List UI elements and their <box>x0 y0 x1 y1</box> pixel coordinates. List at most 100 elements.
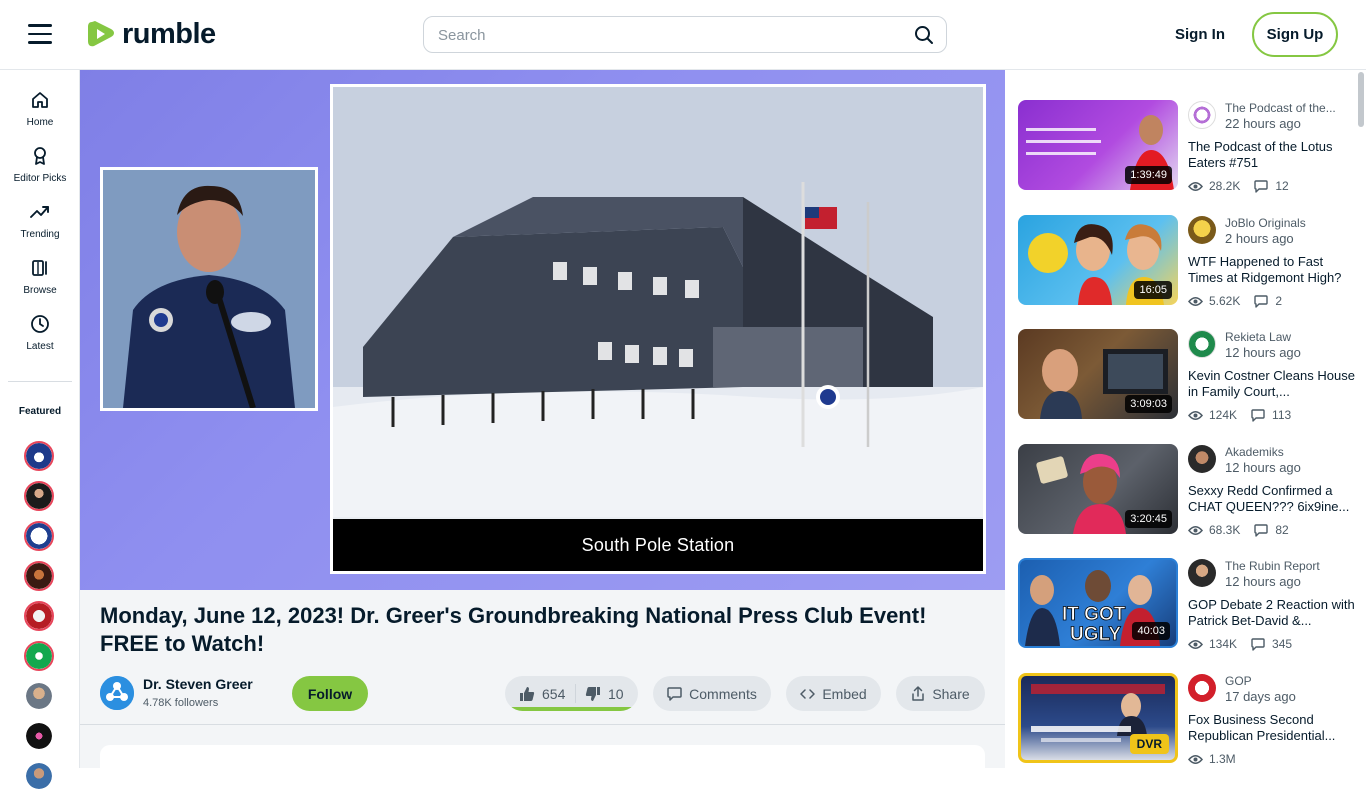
sign-in-link[interactable]: Sign In <box>1175 26 1225 43</box>
speaker-figure <box>103 170 315 408</box>
related-video-item[interactable]: 3:20:45 Akademiks 12 hours ago Sexxy Red… <box>1018 444 1363 537</box>
search-icon[interactable] <box>914 25 934 45</box>
featured-channel-avatar[interactable] <box>24 521 54 551</box>
channel-avatar[interactable] <box>1188 559 1216 587</box>
video-caption-bar: South Pole Station <box>333 519 983 571</box>
like-button[interactable]: 654 <box>519 676 565 711</box>
section-divider <box>80 724 1005 725</box>
rail-scrollbar[interactable] <box>1358 72 1364 127</box>
video-thumbnail[interactable]: 16:05 <box>1018 215 1178 305</box>
rumble-logo[interactable]: rumble <box>86 16 216 52</box>
featured-channel-avatar[interactable] <box>24 721 54 751</box>
channel-avatar[interactable] <box>100 676 134 710</box>
video-stats: 1.3M <box>1188 752 1236 766</box>
nav-home-label: Home <box>26 117 54 128</box>
like-count: 654 <box>542 685 566 702</box>
video-title[interactable]: Kevin Costner Cleans House in Family Cou… <box>1188 368 1360 400</box>
video-thumbnail[interactable]: DVR <box>1018 673 1178 763</box>
video-duration: 3:20:45 <box>1125 510 1172 528</box>
comment-icon <box>1254 523 1269 537</box>
comment-count: 2 <box>1275 294 1283 308</box>
featured-channel-avatar[interactable] <box>24 561 54 591</box>
related-videos-rail: 1:39:49 The Podcast of the... 22 hours a… <box>1005 70 1366 768</box>
video-title[interactable]: Sexxy Redd Confirmed a CHAT QUEEN??? 6ix… <box>1188 483 1360 515</box>
video-thumbnail[interactable]: 3:20:45 <box>1018 444 1178 534</box>
nav-home[interactable]: Home <box>0 90 80 128</box>
nav-browse-label: Browse <box>23 285 57 296</box>
channel-avatar[interactable] <box>1188 216 1216 244</box>
menu-icon[interactable] <box>28 24 52 44</box>
share-button[interactable]: Share <box>896 676 985 711</box>
channel-name[interactable]: GOP <box>1225 674 1252 688</box>
embed-button[interactable]: Embed <box>786 676 881 711</box>
featured-channel-avatar[interactable] <box>24 681 54 711</box>
video-caption-text: South Pole Station <box>581 534 735 555</box>
nav-editor-picks[interactable]: Editor Picks <box>0 146 80 184</box>
video-player[interactable]: South Pole Station <box>80 70 1005 590</box>
featured-channel-avatar[interactable] <box>24 761 54 791</box>
comments-button[interactable]: Comments <box>653 676 771 711</box>
channel-avatar[interactable] <box>1188 101 1216 129</box>
view-count: 28.2K <box>1209 179 1241 193</box>
view-count: 68.3K <box>1209 523 1241 537</box>
video-thumbnail[interactable]: 3:09:03 <box>1018 329 1178 419</box>
video-duration: 3:09:03 <box>1125 395 1172 413</box>
channel-name[interactable]: JoBlo Originals <box>1225 216 1306 230</box>
comment-count: 82 <box>1275 523 1289 537</box>
related-video-item[interactable]: 1:39:49 The Podcast of the... 22 hours a… <box>1018 100 1363 193</box>
comment-icon <box>1251 637 1265 651</box>
sign-up-button[interactable]: Sign Up <box>1252 12 1338 57</box>
video-title[interactable]: WTF Happened to Fast Times at Ridgemont … <box>1188 254 1360 286</box>
video-title[interactable]: The Podcast of the Lotus Eaters #751 <box>1188 139 1360 171</box>
view-count: 5.62K <box>1209 294 1241 308</box>
video-title[interactable]: Fox Business Second Republican President… <box>1188 712 1360 744</box>
channel-avatar[interactable] <box>1188 330 1216 358</box>
channel-avatar[interactable] <box>1188 674 1216 702</box>
nav-trending[interactable]: Trending <box>0 202 80 240</box>
channel-name[interactable]: Dr. Steven Greer <box>143 676 253 692</box>
main-content: South Pole Station Monday, June 12, 2023… <box>80 70 1005 785</box>
view-count: 1.3M <box>1209 752 1236 766</box>
channel-avatar[interactable] <box>1188 445 1216 473</box>
channel-name[interactable]: The Podcast of the... <box>1225 101 1336 115</box>
eye-icon <box>1188 525 1203 535</box>
channel-name[interactable]: Akademiks <box>1225 445 1284 459</box>
featured-channel-avatar[interactable] <box>24 641 54 671</box>
related-video-item[interactable]: IT GOT UGLY 40:03 The Rubin Report 12 ho… <box>1018 558 1363 651</box>
follow-button[interactable]: Follow <box>292 676 368 711</box>
related-video-item[interactable]: DVR GOP 17 days ago Fox Business Second … <box>1018 673 1363 766</box>
dislike-button[interactable]: 10 <box>585 676 624 711</box>
nav-browse[interactable]: Browse <box>0 258 80 296</box>
related-video-item[interactable]: 16:05 JoBlo Originals 2 hours ago WTF Ha… <box>1018 215 1363 308</box>
channel-followers: 4.78K followers <box>143 697 219 709</box>
video-thumbnail[interactable]: IT GOT UGLY 40:03 <box>1018 558 1178 648</box>
code-icon <box>800 688 816 699</box>
nav-latest[interactable]: Latest <box>0 314 80 352</box>
video-thumbnail[interactable]: 1:39:49 <box>1018 100 1178 190</box>
featured-channel-avatar[interactable] <box>24 481 54 511</box>
comments-section <box>100 745 985 785</box>
video-stats: 68.3K 82 <box>1188 523 1289 537</box>
featured-channel-avatar[interactable] <box>24 601 54 631</box>
video-stats: 134K 345 <box>1188 637 1292 651</box>
nav-editor-picks-label: Editor Picks <box>13 173 67 184</box>
browse-icon <box>32 260 47 276</box>
share-icon <box>912 686 925 701</box>
related-video-item[interactable]: 3:09:03 Rekieta Law 12 hours ago Kevin C… <box>1018 329 1363 422</box>
view-count: 134K <box>1209 637 1238 651</box>
video-stats: 124K 113 <box>1188 408 1291 422</box>
nav-trending-label: Trending <box>20 229 60 240</box>
video-title[interactable]: GOP Debate 2 Reaction with Patrick Bet-D… <box>1188 597 1360 629</box>
top-header: rumble Sign In Sign Up <box>0 0 1366 70</box>
channel-name[interactable]: Rekieta Law <box>1225 330 1291 344</box>
video-duration: 40:03 <box>1132 622 1170 640</box>
search-input[interactable] <box>438 25 898 45</box>
channel-name[interactable]: The Rubin Report <box>1225 559 1320 573</box>
featured-channel-avatar[interactable] <box>24 441 54 471</box>
south-pole-station-image: South Pole Station <box>330 84 986 574</box>
vote-ratio-bar <box>505 707 636 711</box>
eye-icon <box>1188 181 1203 191</box>
eye-icon <box>1188 296 1203 306</box>
comment-icon <box>1251 408 1265 422</box>
clock-icon <box>31 315 49 333</box>
